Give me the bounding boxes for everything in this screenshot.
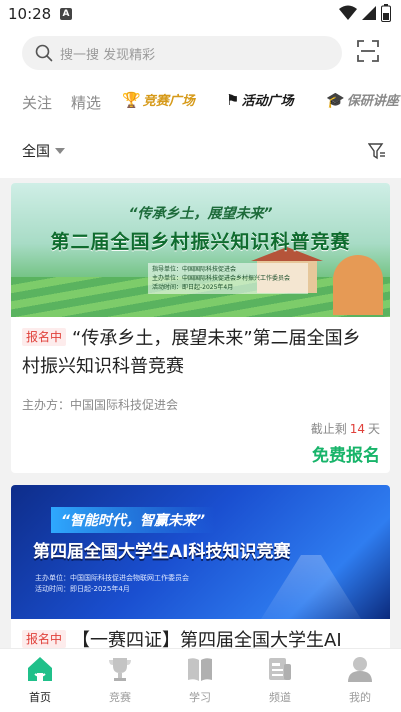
book-icon (188, 658, 212, 681)
search-input[interactable]: 搜一搜 发现精彩 (60, 44, 155, 63)
tab-lectures[interactable]: 🎓 保研讲座 (326, 90, 399, 110)
competition-banner[interactable]: “智能时代，智赢未来” 第四届全国大学生AI科技知识竞赛 主办单位：中国国际科技… (11, 485, 390, 619)
card-title[interactable]: 报名中 “传承乡土，展望未来”第二届全国乡村振兴知识科普竞赛 (22, 325, 378, 381)
nav-label: 频道 (269, 691, 291, 704)
top-bar: 搜一搜 发现精彩 关注 精选 🏆 竞赛广场 ⚑ 活动广场 🎓 保研讲座 全国 (0, 28, 401, 178)
home-icon (28, 657, 52, 681)
nav-label: 学习 (189, 691, 211, 704)
search-icon (35, 44, 53, 62)
nav-channel[interactable]: 频道 (250, 655, 310, 705)
nav-competition[interactable]: 竞赛 (90, 655, 150, 705)
tab-competitions[interactable]: 🏆 竞赛广场 (122, 90, 195, 110)
deadline-prefix: 截止剩 (310, 422, 347, 436)
filter-row: 全国 (0, 132, 401, 168)
chevron-down-icon (55, 148, 65, 154)
banner-people (333, 255, 383, 315)
wifi-icon (339, 5, 357, 20)
tab-follow[interactable]: 关注 (22, 92, 52, 113)
banner-title: 第四届全国大学生AI科技知识竞赛 (33, 542, 291, 562)
status-bar: 10:28 A (0, 0, 401, 28)
banner-info-line: 主办单位：中国国际科技促进会物联网工作委员会 (35, 574, 189, 582)
banner-slogan: “智能时代，智赢未来” (51, 507, 216, 533)
category-tabs: 关注 精选 🏆 竞赛广场 ⚑ 活动广场 🎓 保研讲座 (0, 86, 401, 116)
banner-title: 第二届全国乡村振兴知识科普竞赛 (50, 231, 351, 253)
nav-label: 竞赛 (109, 691, 131, 704)
tab-label: 活动广场 (241, 94, 294, 109)
card-organizer: 主办方：中国国际科技促进会 (22, 398, 179, 412)
nav-home[interactable]: 首页 (10, 655, 70, 705)
card-title-text: “传承乡土，展望未来”第二届全国乡村振兴知识科普竞赛 (22, 328, 361, 377)
free-register-button[interactable]: 免费报名 (312, 441, 380, 466)
trophy-icon (109, 658, 131, 681)
status-icons (339, 4, 391, 22)
notification-icon: A (60, 8, 72, 20)
tab-label: 竞赛广场 (142, 94, 195, 109)
status-badge: 报名中 (22, 630, 67, 648)
status-badge: 报名中 (22, 328, 67, 346)
banner-info-line: 活动时间：即日起-2025年4月 (152, 284, 234, 291)
status-time: 10:28 (8, 5, 52, 23)
banner-info-line: 指导单位：中国国际科技促进会 (152, 266, 237, 273)
region-dropdown[interactable]: 全国 (22, 141, 65, 161)
nav-label: 我的 (349, 691, 371, 704)
banner-info: 主办单位：中国国际科技促进会物联网工作委员会 活动时间：即日起-2025年4月 (35, 573, 189, 595)
banner-info-line: 主办单位：中国国际科技促进会乡村振兴工作委员会 (152, 275, 291, 282)
bottom-nav: 首页 竞赛 学习 频道 我的 (0, 648, 401, 712)
signal-icon (362, 6, 376, 20)
competition-card[interactable]: “智能时代，智赢未来” 第四届全国大学生AI科技知识竞赛 主办单位：中国国际科技… (11, 485, 390, 655)
tab-featured[interactable]: 精选 (71, 92, 101, 113)
competition-banner[interactable]: “传承乡土，展望未来” 第二届全国乡村振兴知识科普竞赛 指导单位：中国国际科技促… (11, 183, 390, 317)
banner-info-line: 活动时间：即日起-2025年4月 (35, 585, 130, 593)
trophy-icon: 🏆 (122, 90, 141, 109)
banner-info: 指导单位：中国国际科技促进会 主办单位：中国国际科技促进会乡村振兴工作委员会 活… (148, 263, 308, 294)
channel-icon (269, 658, 291, 680)
tab-label: 保研讲座 (346, 94, 399, 109)
card-deadline: 截止剩 14 天 (311, 420, 380, 437)
banner-slogan: “传承乡土，展望未来” (128, 206, 273, 222)
battery-icon (381, 4, 391, 22)
search-box[interactable]: 搜一搜 发现精彩 (22, 36, 342, 70)
graduation-cap-icon: 🎓 (326, 90, 345, 109)
tab-activities[interactable]: ⚑ 活动广场 (226, 90, 294, 110)
banner-illustration (261, 555, 361, 619)
nav-profile[interactable]: 我的 (330, 655, 390, 705)
competition-card[interactable]: “传承乡土，展望未来” 第二届全国乡村振兴知识科普竞赛 指导单位：中国国际科技促… (11, 183, 390, 473)
nav-label: 首页 (29, 691, 51, 704)
user-icon (348, 657, 372, 682)
deadline-suffix: 天 (367, 422, 380, 436)
nav-learn[interactable]: 学习 (170, 655, 230, 705)
region-label: 全国 (22, 144, 50, 160)
filter-icon[interactable] (368, 142, 386, 160)
flag-icon: ⚑ (226, 90, 240, 109)
scan-icon[interactable] (357, 40, 379, 62)
deadline-days: 14 (349, 422, 365, 436)
